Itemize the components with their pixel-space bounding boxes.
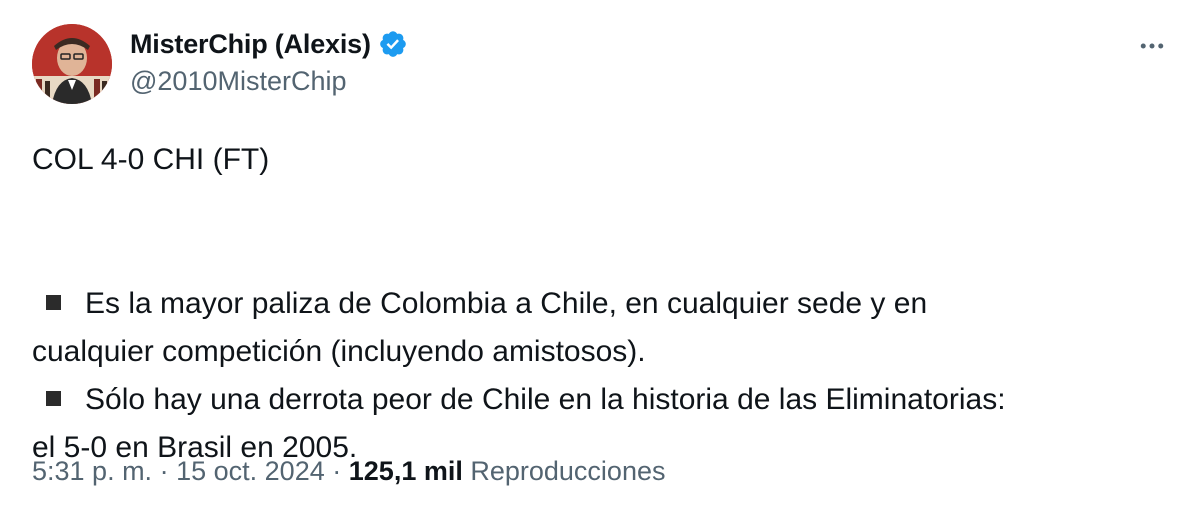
views-count: 125,1 mil (348, 456, 463, 486)
tweet-date: 15 oct. 2024 (176, 456, 325, 486)
tweet-headline: COL 4-0 CHI (FT) (32, 143, 270, 176)
author-name-row: MisterChip (Alexis) (130, 26, 408, 62)
meta-separator: · (332, 456, 342, 486)
tweet-timestamp[interactable]: 5:31 p. m. · 15 oct. 2024 (32, 456, 325, 486)
tweet-point-1: Es la mayor paliza de Colombia a Chile, … (32, 280, 1172, 328)
verified-badge-icon[interactable] (378, 29, 408, 59)
tweet-point-2-line-1: Sólo hay una derrota peor de Chile en la… (85, 383, 1006, 416)
tweet-time: 5:31 p. m. (32, 456, 153, 486)
tweet-point-1-line-1: Es la mayor paliza de Colombia a Chile, … (85, 287, 928, 320)
views-label[interactable]: Reproducciones (470, 456, 665, 486)
black-square-bullet-icon (46, 295, 61, 310)
avatar[interactable] (32, 24, 112, 104)
tweet-card: MisterChip (Alexis) @2010MisterChip COL … (0, 0, 1200, 509)
author-display-name[interactable]: MisterChip (Alexis) (130, 29, 371, 60)
tweet-meta: 5:31 p. m. · 15 oct. 2024 · 125,1 mil Re… (32, 456, 665, 487)
more-options-icon[interactable] (1134, 28, 1170, 64)
meta-separator: · (159, 456, 169, 486)
author-handle[interactable]: @2010MisterChip (130, 66, 347, 97)
tweet-text: COL 4-0 CHI (FT) Es la mayor paliza de C… (32, 136, 1172, 472)
black-square-bullet-icon (46, 391, 61, 406)
avatar-image (32, 24, 112, 104)
tweet-point-2: Sólo hay una derrota peor de Chile en la… (32, 376, 1172, 424)
tweet-point-1-line-2: cualquier competición (incluyendo amisto… (32, 335, 646, 368)
